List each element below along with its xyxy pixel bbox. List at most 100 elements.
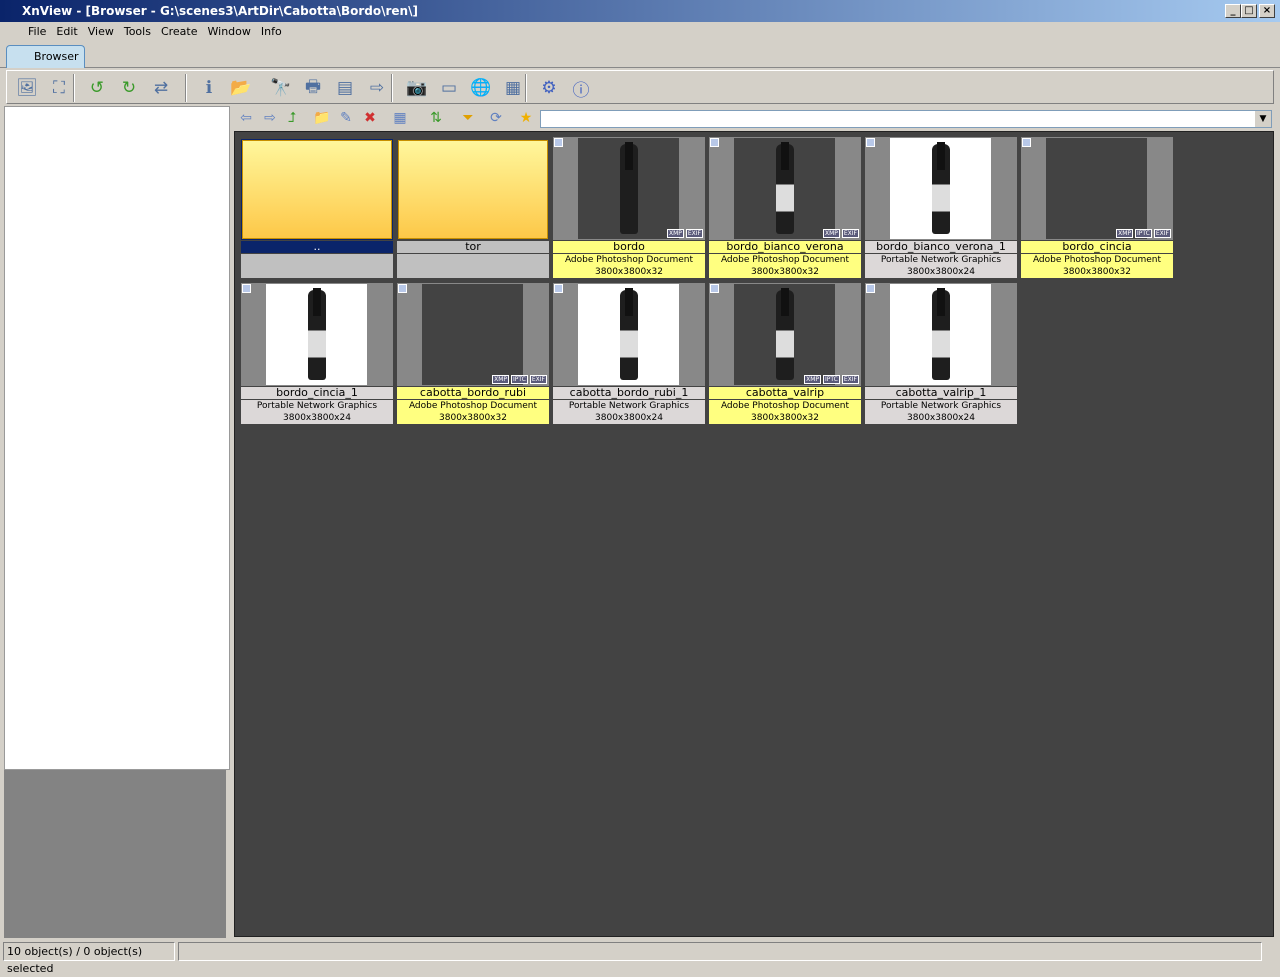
menu-bar: File Edit View Tools Create Window Info xyxy=(0,22,1280,42)
back-icon[interactable]: ⇦ xyxy=(236,108,256,128)
refresh-icon[interactable]: ⟳ xyxy=(486,108,506,128)
metadata-badge: XMP xyxy=(804,375,821,384)
web-icon[interactable]: 🌐 xyxy=(469,76,493,100)
metadata-badge: XMP xyxy=(666,229,684,238)
favorite-icon[interactable]: ★ xyxy=(516,108,536,128)
capture-icon[interactable]: 📷 xyxy=(405,76,429,100)
maximize-button[interactable]: □ xyxy=(1241,4,1257,18)
menu-window[interactable]: Window xyxy=(208,25,251,38)
find-icon[interactable]: 🔭 xyxy=(269,76,293,100)
select-checkbox[interactable] xyxy=(242,284,251,293)
menu-view[interactable]: View xyxy=(88,25,114,38)
sort-icon[interactable]: ⇅ xyxy=(426,108,446,128)
folder-icon xyxy=(241,139,393,240)
thumbnail-grid[interactable]: .. tor XMP EXIF bordo Adobe Photoshop Documen… xyxy=(234,131,1274,937)
chevron-down-icon[interactable]: ▼ xyxy=(1255,111,1271,127)
fullscreen-icon[interactable]: ⛶ xyxy=(47,76,71,100)
forward-icon[interactable]: ⇨ xyxy=(260,108,280,128)
contact-sheet-icon[interactable]: ▦ xyxy=(501,76,525,100)
file-type: Portable Network Graphics xyxy=(865,254,1017,266)
thumbnail-item[interactable]: .. xyxy=(241,137,393,279)
file-type: Portable Network Graphics xyxy=(865,400,1017,412)
thumbnail-item[interactable]: cabotta_valrip_1 Portable Network Graphic… xyxy=(865,283,1017,425)
bottle-image xyxy=(307,287,326,380)
bottle-image xyxy=(619,287,638,380)
bottle-image xyxy=(775,287,794,380)
toolbar-separator xyxy=(525,74,527,102)
folder-tree-panel[interactable] xyxy=(4,106,230,770)
file-name: cabotta_bordo_rubi xyxy=(397,387,549,399)
thumbnail-item[interactable]: XMP IPTC EXIF bordo_cincia Adobe Photoshop D… xyxy=(1021,137,1173,279)
folder-icon xyxy=(398,140,548,239)
slideshow-icon[interactable]: ▭ xyxy=(437,76,461,100)
metadata-badge: EXIF xyxy=(529,375,547,384)
close-button[interactable]: × xyxy=(1259,4,1275,18)
export-icon[interactable]: ⇨ xyxy=(365,76,389,100)
up-icon[interactable]: ⮥ xyxy=(282,108,302,128)
view-mode-icon[interactable]: ▦ xyxy=(390,108,410,128)
metadata-badge: EXIF xyxy=(841,229,859,238)
bottle-image xyxy=(931,287,950,380)
thumbnail-item[interactable]: tor xyxy=(397,137,549,279)
select-checkbox[interactable] xyxy=(866,138,875,147)
select-checkbox[interactable] xyxy=(554,284,563,293)
info-icon[interactable]: ⓘ xyxy=(569,76,593,101)
thumbnail-item[interactable]: XMP IPTC EXIF cabotta_valrip Adobe Photoshop… xyxy=(709,283,861,425)
thumbnail-item[interactable]: XMP IPTC EXIF cabotta_bordo_rubi Adobe Photo… xyxy=(397,283,549,425)
file-dimensions xyxy=(241,266,393,278)
minimize-button[interactable]: _ xyxy=(1225,4,1241,18)
file-dimensions: 3800x3800x24 xyxy=(241,412,393,424)
main-toolbar: 🖼 ⛶ ↺ ↻ ⇄ ℹ 📂 🔭 🖶 ▤ ⇨ 📷 ▭ 🌐 ▦ ⚙ ⓘ xyxy=(6,70,1274,104)
settings-icon[interactable]: ⚙ xyxy=(537,76,561,100)
select-checkbox[interactable] xyxy=(1022,138,1031,147)
file-dimensions: 3800x3800x32 xyxy=(553,266,705,278)
metadata-badge: XMP xyxy=(1116,229,1133,238)
menu-file[interactable]: File xyxy=(28,25,46,38)
filter-icon[interactable]: ⏷ xyxy=(458,108,478,128)
toolbar-separator xyxy=(391,74,393,102)
properties-icon[interactable]: ℹ xyxy=(197,76,221,100)
scan-icon[interactable]: ▤ xyxy=(333,76,357,100)
file-dimensions: 3800x3800x32 xyxy=(1021,266,1173,278)
view-icon[interactable]: 🖼 xyxy=(15,76,39,100)
menu-edit[interactable]: Edit xyxy=(56,25,77,38)
rotate-right-icon[interactable]: ↻ xyxy=(117,76,141,100)
metadata-badge: EXIF xyxy=(685,229,703,238)
print-icon[interactable]: 🖶 xyxy=(301,76,325,100)
select-checkbox[interactable] xyxy=(710,138,719,147)
file-dimensions: 3800x3800x32 xyxy=(709,266,861,278)
tab-browser[interactable]: Browser xyxy=(6,45,85,68)
new-folder-icon[interactable]: 📁 xyxy=(312,108,332,128)
thumbnail-item[interactable]: cabotta_bordo_rubi_1 Portable Network Gra… xyxy=(553,283,705,425)
file-type xyxy=(241,254,393,266)
select-checkbox[interactable] xyxy=(398,284,407,293)
menu-tools[interactable]: Tools xyxy=(124,25,151,38)
path-combobox[interactable]: ▼ xyxy=(540,110,1272,128)
menu-create[interactable]: Create xyxy=(161,25,198,38)
file-type: Adobe Photoshop Document xyxy=(709,254,861,266)
thumbnail-item[interactable]: bordo_cincia_1 Portable Network Graphics 3… xyxy=(241,283,393,425)
metadata-badge: IPTC xyxy=(1134,229,1152,238)
select-checkbox[interactable] xyxy=(710,284,719,293)
select-checkbox[interactable] xyxy=(866,284,875,293)
status-bar: 10 object(s) / 0 object(s) selected xyxy=(0,940,1280,975)
select-checkbox[interactable] xyxy=(554,138,563,147)
metadata-badge: IPTC xyxy=(510,375,528,384)
toolbar-separator xyxy=(185,74,187,102)
rename-icon[interactable]: ✎ xyxy=(336,108,356,128)
convert-icon[interactable]: ⇄ xyxy=(149,76,173,100)
metadata-badge: IPTC xyxy=(822,375,840,384)
file-name: tor xyxy=(397,241,549,253)
thumbnail-image: XMP EXIF xyxy=(553,137,705,240)
menu-info[interactable]: Info xyxy=(261,25,282,38)
thumbnail-item[interactable]: XMP EXIF bordo Adobe Photoshop Document 3800… xyxy=(553,137,705,279)
thumbnail-item[interactable]: bordo_bianco_verona_1 Portable Network Gr… xyxy=(865,137,1017,279)
thumbnail-item[interactable]: XMP EXIF bordo_bianco_verona Adobe Photosho… xyxy=(709,137,861,279)
status-text: 10 object(s) / 0 object(s) selected xyxy=(3,942,175,975)
copy-to-icon[interactable]: 📂 xyxy=(229,76,253,100)
delete-icon[interactable]: ✖ xyxy=(360,108,380,128)
thumbnail-image xyxy=(241,137,393,240)
thumbnail-image: XMP EXIF xyxy=(709,137,861,240)
file-dimensions: 3800x3800x32 xyxy=(709,412,861,424)
rotate-left-icon[interactable]: ↺ xyxy=(85,76,109,100)
